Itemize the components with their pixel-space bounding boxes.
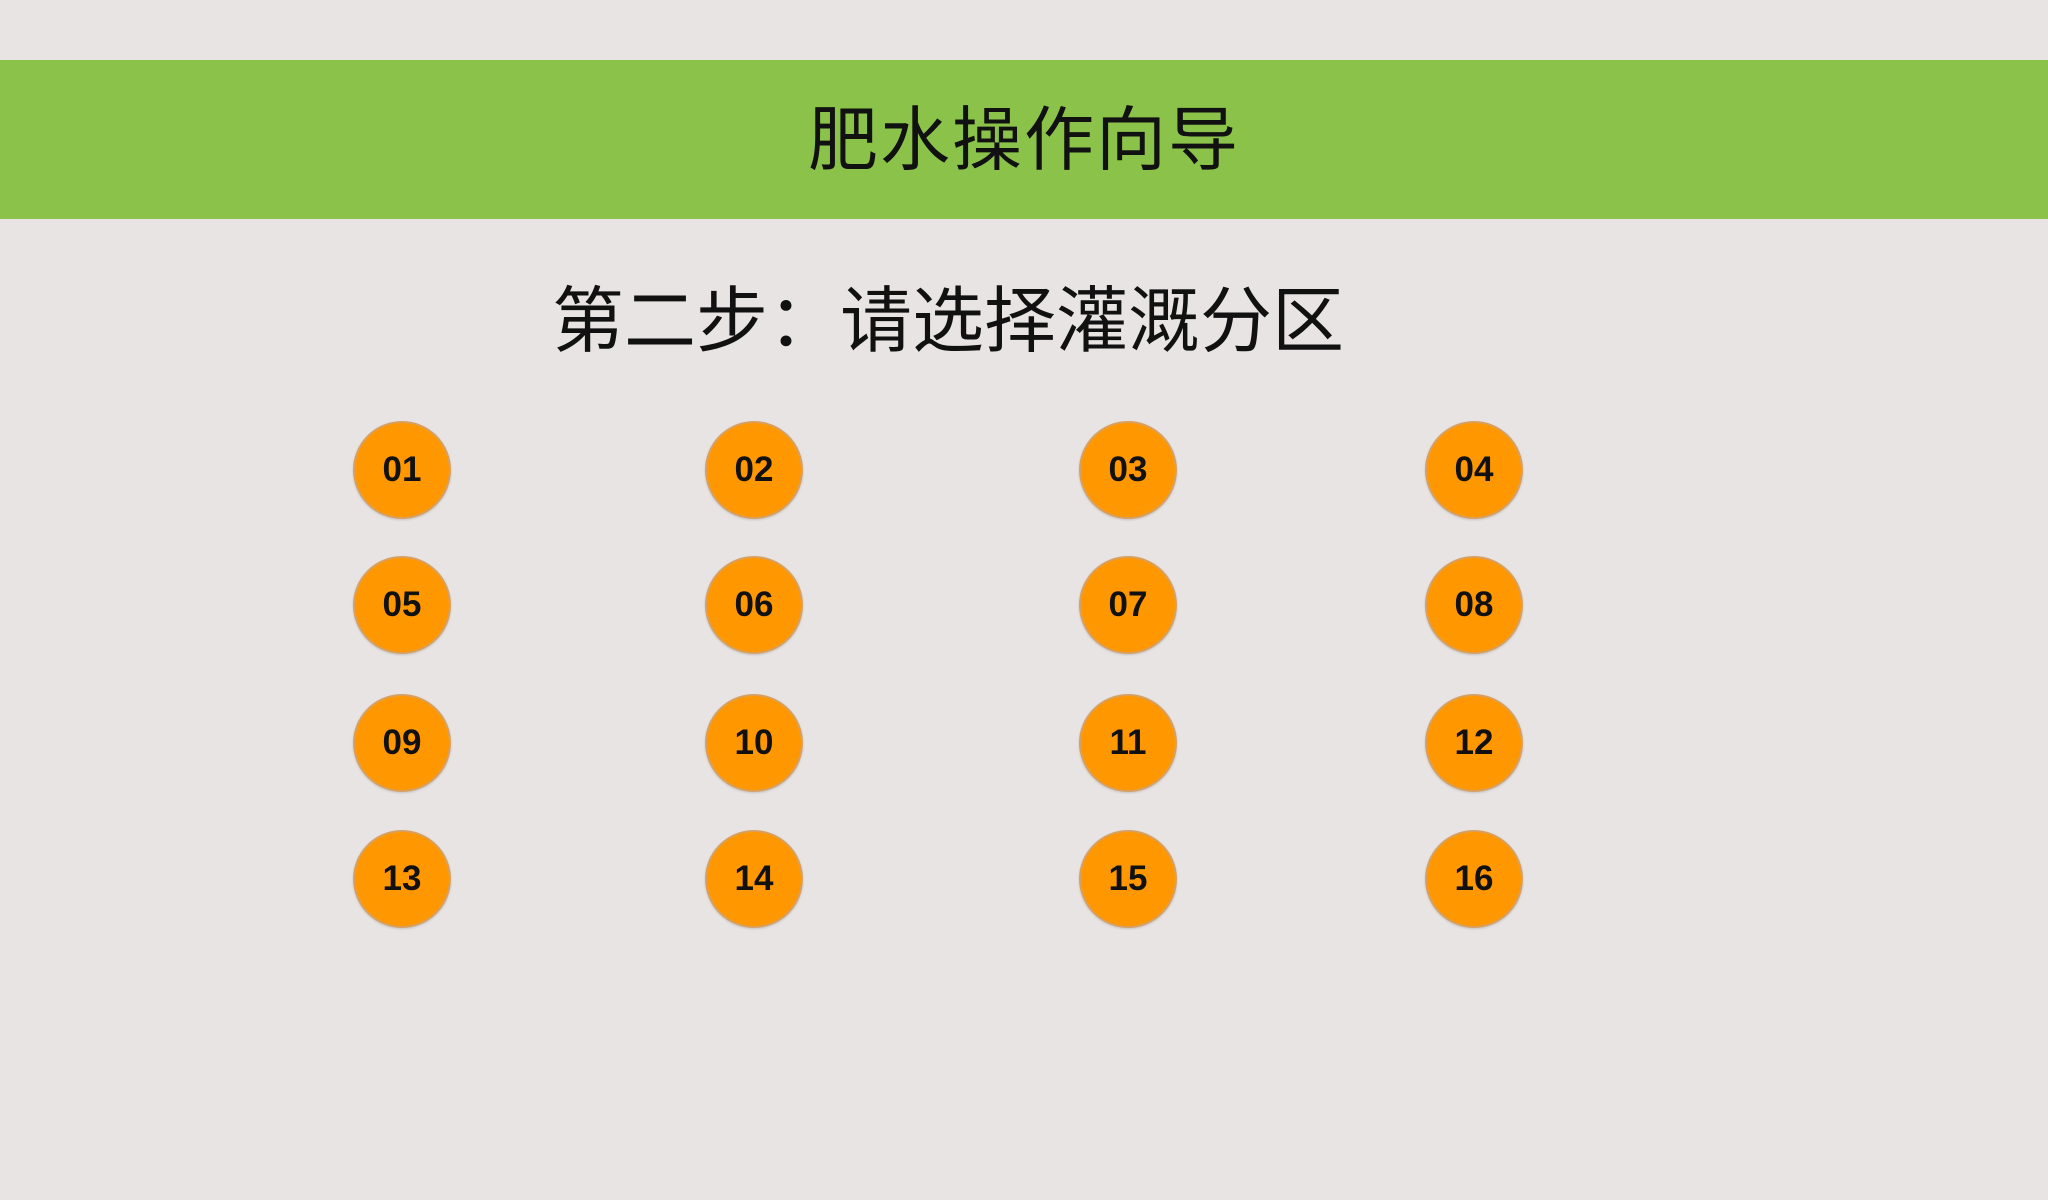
zone-button-04[interactable]: 04: [1425, 421, 1523, 519]
status-strip: [0, 0, 2048, 60]
title-bar: 肥水操作向导: [0, 60, 2048, 219]
page-title: 肥水操作向导: [808, 98, 1240, 181]
zone-button-03[interactable]: 03: [1079, 421, 1177, 519]
zone-button-11[interactable]: 11: [1079, 694, 1177, 792]
zone-button-07[interactable]: 07: [1079, 556, 1177, 654]
zone-button-16[interactable]: 16: [1425, 830, 1523, 928]
zone-button-09[interactable]: 09: [353, 694, 451, 792]
zone-button-08[interactable]: 08: [1425, 556, 1523, 654]
zone-button-12[interactable]: 12: [1425, 694, 1523, 792]
zone-button-05[interactable]: 05: [353, 556, 451, 654]
zone-button-01[interactable]: 01: [353, 421, 451, 519]
zone-button-10[interactable]: 10: [705, 694, 803, 792]
zone-button-06[interactable]: 06: [705, 556, 803, 654]
zone-button-13[interactable]: 13: [353, 830, 451, 928]
zone-button-14[interactable]: 14: [705, 830, 803, 928]
zone-button-02[interactable]: 02: [705, 421, 803, 519]
zone-button-15[interactable]: 15: [1079, 830, 1177, 928]
step-heading: 第二步：请选择灌溉分区: [552, 279, 1345, 363]
